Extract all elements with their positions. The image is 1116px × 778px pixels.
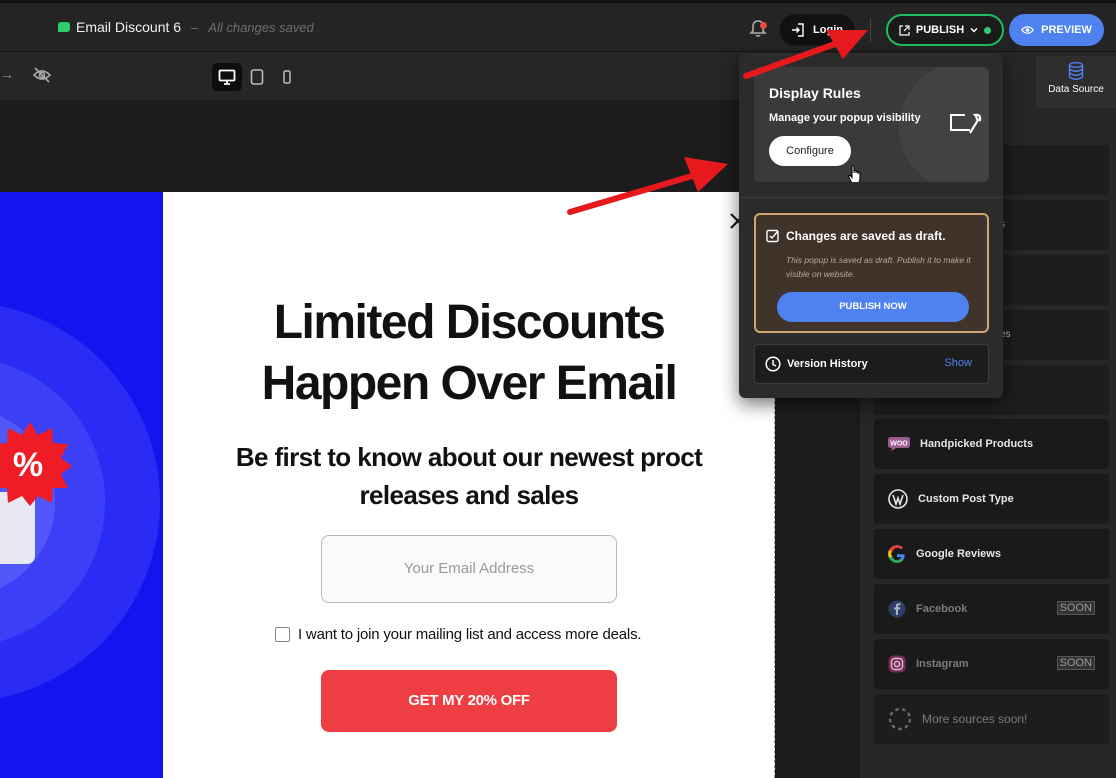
show-version-history-link[interactable]: Show [944, 357, 972, 369]
draft-title-row: Changes are saved as draft. [766, 229, 945, 243]
display-rules-description: Manage your popup visibility [769, 112, 921, 124]
edit-note-icon [766, 229, 779, 243]
percent-badge-text: % [13, 446, 43, 484]
tablet-icon [250, 69, 264, 85]
external-link-icon [899, 24, 910, 36]
consent-checkbox[interactable] [275, 627, 290, 642]
tablet-view-button[interactable] [242, 63, 272, 91]
source-label: Google Reviews [916, 548, 1001, 560]
preview-label: PREVIEW [1041, 24, 1092, 36]
source-facebook[interactable]: Facebook SOON [874, 584, 1109, 634]
draft-title: Changes are saved as draft. [786, 229, 946, 243]
header-divider [870, 18, 871, 42]
desktop-icon [218, 69, 236, 85]
publish-status-dot [984, 26, 992, 34]
get-discount-button[interactable]: GET MY 20% OFF [321, 670, 617, 732]
publish-now-button[interactable]: PUBLISH NOW [777, 292, 969, 322]
save-status: All changes saved [208, 19, 314, 35]
draft-description: This popup is saved as draft. Publish it… [786, 255, 971, 279]
save-separator: – [191, 19, 199, 35]
login-label: Login [813, 24, 843, 36]
version-history-label: Version History [787, 358, 868, 370]
display-rules-title: Display Rules [769, 85, 861, 101]
configure-button[interactable]: Configure [769, 136, 851, 166]
consent-label: I want to join your mailing list and acc… [298, 626, 642, 643]
chat-bubble-icon [58, 22, 70, 32]
popup-headline[interactable]: Limited Discounts Happen Over Email [163, 292, 775, 414]
eye-icon [1021, 26, 1035, 34]
login-button[interactable]: Login [779, 14, 855, 46]
canvas-backdrop [0, 100, 860, 192]
headline-line-2: Happen Over Email [261, 357, 678, 410]
woocommerce-icon: WOO [888, 437, 910, 451]
tab-data-source[interactable]: Data Source [1036, 56, 1116, 108]
source-label: Facebook [916, 603, 968, 615]
discount-badge-icon: % [0, 422, 72, 506]
mobile-view-button[interactable] [272, 63, 302, 91]
hide-eye-icon[interactable] [33, 67, 51, 83]
source-label: Custom Post Type [918, 493, 1014, 505]
top-bar: Email Discount 6 – All changes saved Log… [0, 0, 1116, 52]
chevron-down-icon [970, 27, 978, 33]
source-custom-post-type[interactable]: Custom Post Type [874, 474, 1109, 524]
preview-button[interactable]: PREVIEW [1009, 14, 1104, 46]
more-sources-placeholder: More sources soon! [874, 694, 1109, 744]
woo-badge-text: WOO [890, 441, 908, 448]
publish-button[interactable]: PUBLISH [886, 14, 1004, 46]
publish-label: PUBLISH [915, 24, 965, 36]
source-label: Handpicked Products [920, 438, 1034, 450]
email-field[interactable]: Your Email Address [321, 535, 617, 603]
login-icon [792, 23, 804, 37]
hand-cursor-icon [848, 165, 861, 182]
source-handpicked-products[interactable]: WOO Handpicked Products [874, 419, 1109, 469]
source-instagram[interactable]: Instagram SOON [874, 639, 1109, 689]
facebook-icon [888, 600, 906, 618]
desktop-view-button[interactable] [212, 63, 242, 91]
notification-dot [760, 22, 767, 29]
database-icon [1068, 62, 1084, 80]
redo-arrow-icon[interactable]: → [0, 66, 14, 82]
clock-icon [765, 356, 781, 372]
document-name: Email Discount 6 [76, 19, 182, 35]
instagram-icon [888, 655, 906, 673]
google-icon [888, 545, 905, 563]
screen-wrench-icon [950, 113, 982, 134]
draft-notice-card: Changes are saved as draft. This popup i… [754, 213, 989, 333]
mobile-icon [283, 70, 291, 84]
display-rules-card: Display Rules Manage your popup visibili… [754, 67, 989, 182]
version-history-row[interactable]: Version History Show [754, 344, 989, 384]
more-sources-label: More sources soon! [922, 712, 1028, 726]
document-title[interactable]: Email Discount 6 – All changes saved [58, 19, 314, 35]
editor-window: Email Discount 6 – All changes saved Log… [0, 0, 1116, 778]
source-google-reviews[interactable]: Google Reviews [874, 529, 1109, 579]
headline-line-1: Limited Discounts [273, 296, 666, 349]
loading-spinner-icon [888, 707, 912, 731]
publish-menu-popover: Display Rules Manage your popup visibili… [739, 53, 1003, 398]
soon-badge: SOON [1056, 656, 1095, 670]
popover-divider [739, 197, 1003, 198]
tab-data-source-label: Data Source [1048, 84, 1104, 95]
popup-subheadline[interactable]: Be first to know about our newest proct … [203, 438, 735, 514]
source-label: Instagram [916, 658, 969, 670]
wordpress-icon [888, 489, 908, 509]
soon-badge: SOON [1056, 601, 1095, 615]
popup-content-panel[interactable]: Limited Discounts Happen Over Email Be f… [163, 192, 775, 778]
mailing-list-consent[interactable]: I want to join your mailing list and acc… [275, 626, 642, 643]
popup-image-panel: % [0, 192, 163, 778]
